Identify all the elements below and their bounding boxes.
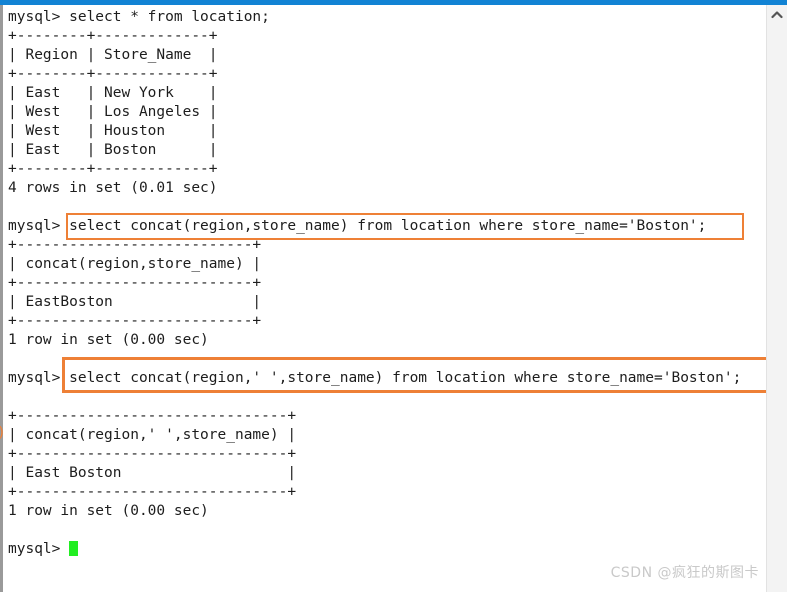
terminal-line: mysql> select * from location; [8,9,270,25]
terminal-line: | West | Houston | [8,123,218,139]
terminal-line: 1 row in set (0.00 sec) [8,332,209,348]
chevron-up-icon[interactable] [767,5,787,25]
watermark-text: CSDN @疯狂的斯图卡 [610,565,759,581]
terminal-line: 1 row in set (0.00 sec) [8,503,209,519]
terminal-line: +--------+-------------+ [8,66,218,82]
terminal-window: mysql> select * from location; +--------… [0,0,787,592]
terminal-line: +---------------------------+ [8,275,262,291]
terminal-line: | EastBoston | [8,294,262,310]
terminal-line: | Region | Store_Name | [8,47,218,63]
clipped-glyph: ) [0,424,7,442]
terminal-line: | East Boston | [8,465,297,481]
terminal-line: +---------------------------+ [8,313,262,329]
terminal-line: +-------------------------------+ [8,484,297,500]
terminal-line: +--------+-------------+ [8,28,218,44]
terminal-line: | concat(region,store_name) | [8,256,262,272]
prompt-label: mysql> [8,541,70,557]
terminal-line: +---------------------------+ [8,237,262,253]
terminal-line: | East | Boston | [8,142,218,158]
text-cursor [69,541,79,556]
terminal-line: +--------+-------------+ [8,161,218,177]
terminal-line: +-------------------------------+ [8,446,297,462]
terminal-line: | concat(region,' ',store_name) | [8,427,297,443]
terminal-line: mysql> select concat(region,store_name) … [8,218,707,234]
terminal-line: | West | Los Angeles | [8,104,218,120]
terminal-prompt-line: mysql> [8,540,766,559]
terminal-line: | East | New York | [8,85,218,101]
terminal-line: 4 rows in set (0.01 sec) [8,180,218,196]
vertical-scrollbar[interactable] [766,5,787,592]
terminal-line: +-------------------------------+ [8,408,297,424]
terminal-output-area[interactable]: mysql> select * from location; +--------… [3,5,766,592]
terminal-line: mysql> select concat(region,' ',store_na… [8,370,742,386]
